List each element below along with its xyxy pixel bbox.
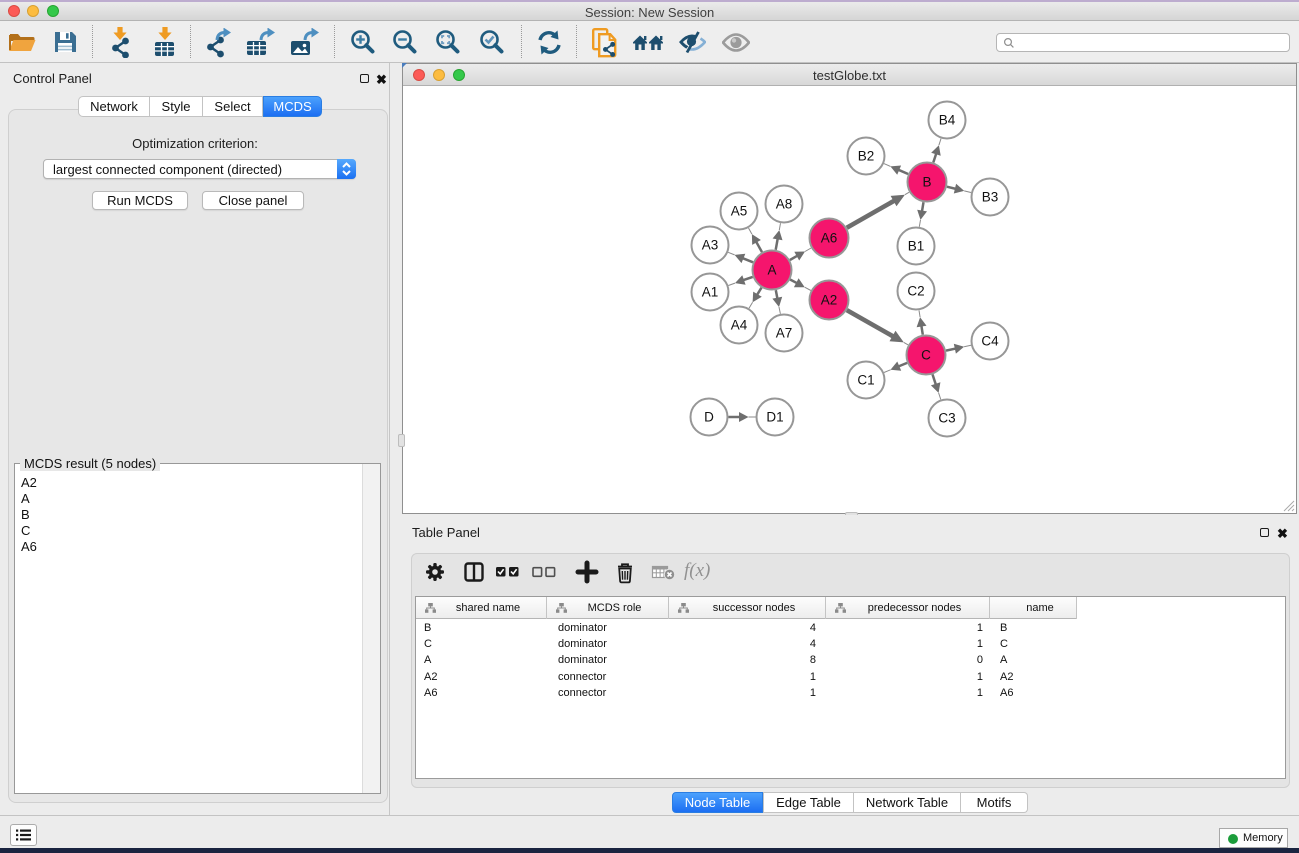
svg-text:A2: A2 — [821, 293, 838, 308]
svg-text:A6: A6 — [821, 231, 838, 246]
svg-text:A7: A7 — [776, 326, 793, 341]
svg-text:B: B — [922, 175, 931, 190]
svg-text:D1: D1 — [766, 410, 783, 425]
svg-text:A: A — [767, 263, 776, 278]
svg-text:C4: C4 — [981, 334, 999, 349]
svg-text:C2: C2 — [907, 284, 924, 299]
svg-text:C1: C1 — [857, 373, 874, 388]
svg-text:A5: A5 — [731, 204, 748, 219]
svg-text:B3: B3 — [982, 190, 999, 205]
svg-text:A1: A1 — [702, 285, 719, 300]
svg-text:C3: C3 — [938, 411, 955, 426]
svg-text:A4: A4 — [731, 318, 748, 333]
svg-text:C: C — [921, 348, 931, 363]
svg-text:D: D — [704, 410, 714, 425]
svg-text:B4: B4 — [939, 113, 956, 128]
svg-text:A3: A3 — [702, 238, 719, 253]
svg-text:B1: B1 — [908, 239, 925, 254]
svg-text:A8: A8 — [776, 197, 793, 212]
svg-text:B2: B2 — [858, 149, 875, 164]
